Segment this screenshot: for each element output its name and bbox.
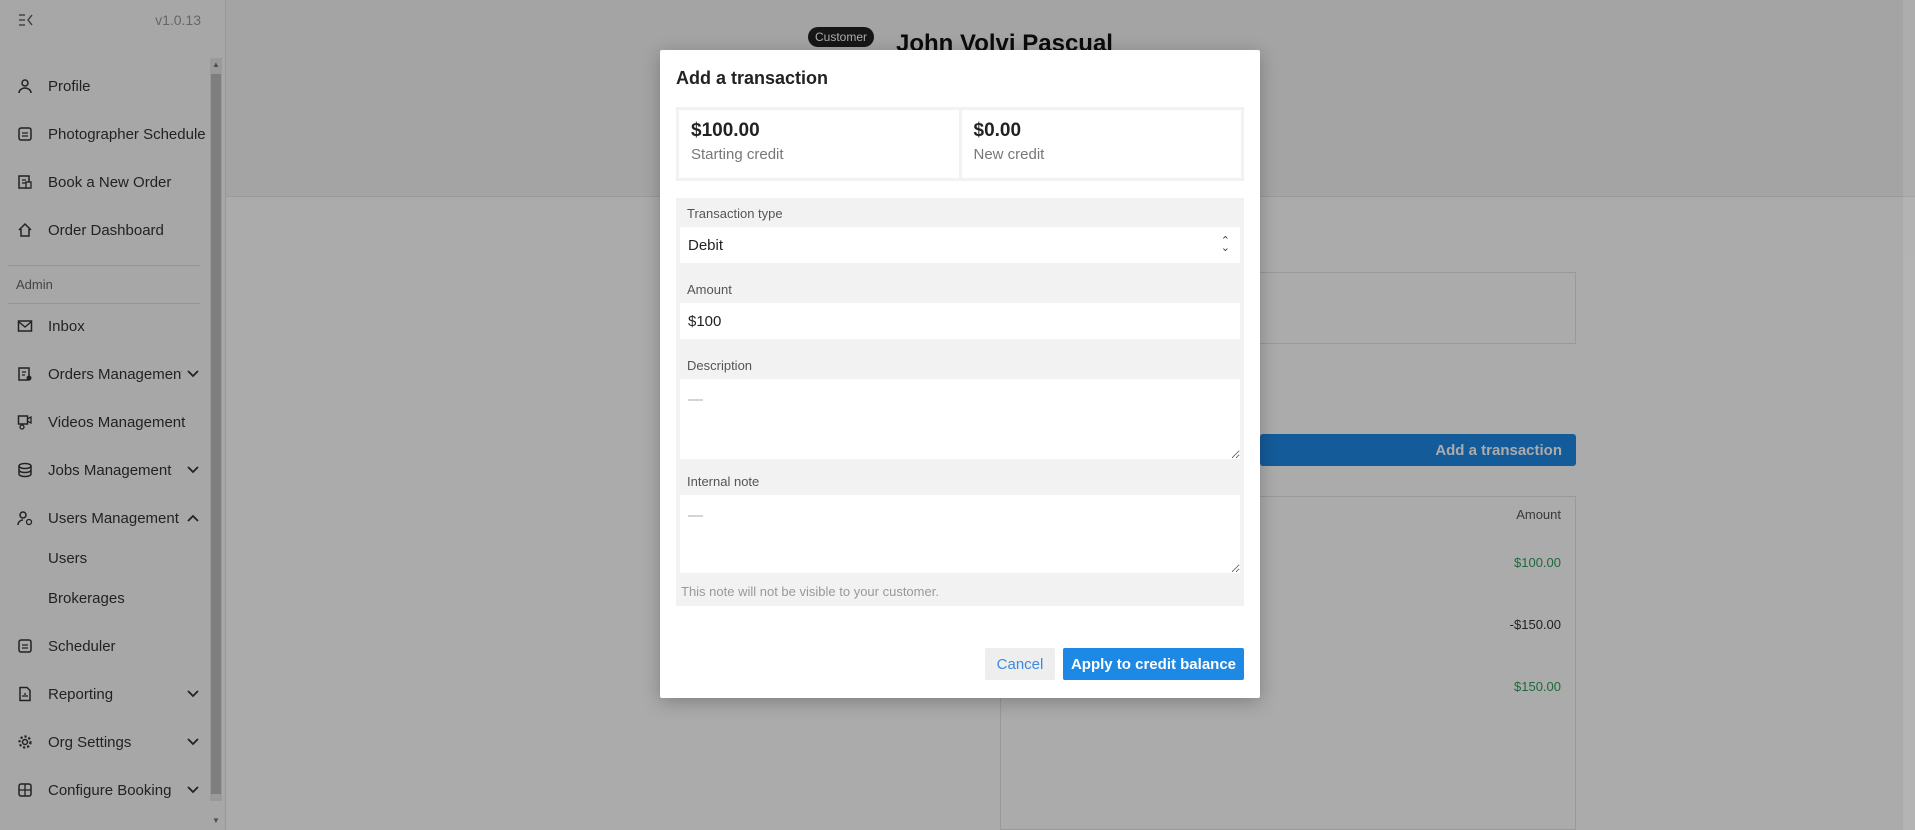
starting-credit-value: $100.00	[691, 120, 760, 141]
cancel-button[interactable]: Cancel	[985, 648, 1055, 680]
internal-note-label: Internal note	[687, 474, 760, 489]
amount-label: Amount	[687, 282, 732, 297]
add-transaction-modal: Add a transaction $100.00 Starting credi…	[660, 50, 1260, 698]
starting-credit-label: Starting credit	[691, 146, 784, 163]
internal-note-textarea[interactable]	[680, 495, 1240, 573]
description-textarea[interactable]	[680, 379, 1240, 459]
amount-input[interactable]: $100	[680, 303, 1240, 339]
transaction-form: Transaction type Debit ⌃ ⌄ Amount $100 De…	[676, 198, 1244, 606]
credit-stats: $100.00 Starting credit $0.00 New credit	[676, 107, 1244, 181]
new-credit-label: New credit	[973, 146, 1045, 163]
select-arrows-icon: ⌃ ⌄	[1220, 235, 1230, 254]
transaction-type-select[interactable]: Debit ⌃ ⌄	[680, 227, 1240, 263]
transaction-type-value: Debit	[688, 236, 724, 254]
amount-value: $100	[688, 312, 722, 330]
page-scrollbar[interactable]	[1903, 0, 1915, 830]
description-label: Description	[687, 358, 753, 373]
new-credit-value: $0.00	[973, 120, 1022, 141]
apply-to-credit-balance-button[interactable]: Apply to credit balance	[1063, 648, 1244, 680]
starting-credit-stat: $100.00 Starting credit	[679, 110, 959, 178]
internal-note-hint: This note will not be visible to your cu…	[681, 584, 939, 599]
modal-title: Add a transaction	[676, 68, 829, 88]
new-credit-stat: $0.00 New credit	[958, 110, 1242, 178]
transaction-type-label: Transaction type	[687, 206, 783, 221]
